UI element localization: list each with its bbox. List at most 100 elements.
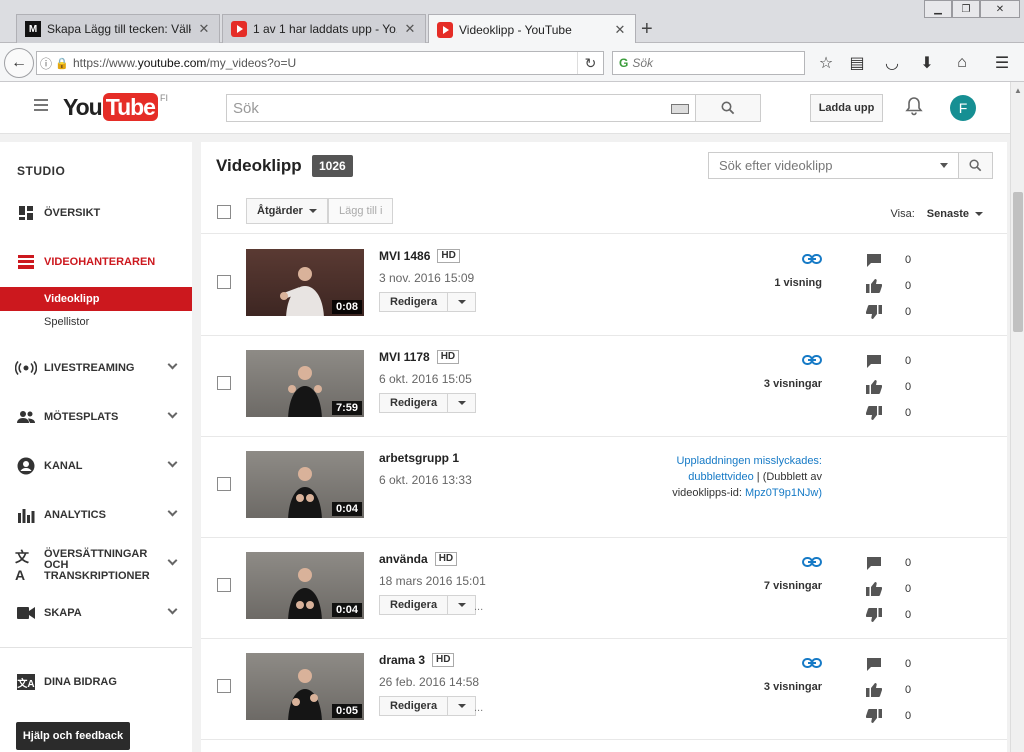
close-tab-icon[interactable]: ✕ xyxy=(403,21,417,37)
video-thumbnail[interactable]: 0:05 xyxy=(246,653,364,720)
reading-list-icon[interactable]: ▤ xyxy=(845,52,869,74)
video-title[interactable]: drama 3 HD xyxy=(379,653,455,667)
video-checkbox[interactable] xyxy=(217,275,231,289)
sidebar-item-oversattningar[interactable]: 文A ÖVERSÄTTNINGAR OCH TRANSKRIPTIONER xyxy=(0,548,192,583)
sidebar-item-motesplats[interactable]: MÖTESPLATS xyxy=(0,405,192,429)
video-title[interactable]: använda HD xyxy=(379,552,458,566)
scroll-up-icon[interactable]: ▲ xyxy=(1014,86,1022,95)
actions-button[interactable]: Åtgärder xyxy=(246,198,328,224)
maximize-icon[interactable]: ❐ xyxy=(952,0,980,18)
chevron-down-icon[interactable] xyxy=(167,359,178,370)
chevron-down-icon[interactable] xyxy=(167,604,178,615)
duplicate-id-link[interactable]: Mpz0T9p1NJw) xyxy=(745,487,822,499)
more-dots[interactable]: ... xyxy=(474,601,483,613)
video-thumbnail[interactable]: 0:04 xyxy=(246,451,364,518)
link-icon[interactable] xyxy=(802,556,822,568)
video-search-input[interactable]: Sök efter videoklipp xyxy=(708,152,993,179)
sidebar-subitem-videoklipp[interactable]: Videoklipp xyxy=(0,287,192,311)
youtube-search-input[interactable]: Sök xyxy=(226,94,696,122)
sidebar-item-videohanteraren[interactable]: VIDEOHANTERAREN xyxy=(0,250,192,274)
new-tab-icon[interactable]: + xyxy=(641,18,653,41)
video-checkbox[interactable] xyxy=(217,376,231,390)
duplicate-video-link[interactable]: dubblettvideo xyxy=(688,471,753,483)
video-row[interactable]: 0:08 MVI 1486 HD 3 nov. 2016 15:09 Redige… xyxy=(201,235,1007,336)
url-text[interactable]: https://www.youtube.com/my_videos?o=U xyxy=(73,56,577,70)
video-thumbnail[interactable]: 0:04 xyxy=(246,552,364,619)
video-title[interactable]: MVI 1178 HD xyxy=(379,350,460,364)
edit-button-group[interactable]: Redigera xyxy=(379,696,477,716)
video-row[interactable]: 7:59 MVI 1178 HD 6 okt. 2016 15:05 Redige… xyxy=(201,336,1007,437)
browser-tab-3[interactable]: Videoklipp - YouTube ✕ xyxy=(428,14,636,44)
chevron-down-icon[interactable] xyxy=(167,457,178,468)
avatar[interactable]: F xyxy=(950,95,976,121)
video-row[interactable]: 0:05 drama 3 HD 26 feb. 2016 14:58 Redige… xyxy=(201,639,1007,740)
video-title[interactable]: MVI 1486 HD xyxy=(379,249,460,263)
video-title[interactable]: arbetsgrupp 1 xyxy=(379,451,459,465)
edit-dropdown-icon[interactable] xyxy=(448,696,477,716)
menu-icon[interactable]: ☰ xyxy=(990,52,1014,74)
edit-button-group[interactable]: Redigera xyxy=(379,595,477,615)
chevron-down-icon[interactable] xyxy=(167,506,178,517)
edit-button[interactable]: Redigera xyxy=(379,393,449,413)
sidebar-item-kanal[interactable]: KANAL xyxy=(0,454,192,478)
youtube-logo[interactable]: You Tube FI xyxy=(63,93,168,121)
caret-down-icon[interactable] xyxy=(940,163,948,168)
edit-button-group[interactable]: Redigera xyxy=(379,393,477,413)
close-tab-icon[interactable]: ✕ xyxy=(197,21,211,37)
more-dots[interactable]: ... xyxy=(474,702,483,714)
sidebar-subitem-spellistor[interactable]: Spellistor xyxy=(0,310,192,334)
video-checkbox[interactable] xyxy=(217,679,231,693)
page-scrollbar[interactable]: ▲ xyxy=(1010,82,1024,752)
video-thumbnail[interactable]: 7:59 xyxy=(246,350,364,417)
sidebar-item-dina-bidrag[interactable]: 文A DINA BIDRAG xyxy=(0,670,192,694)
edit-dropdown-icon[interactable] xyxy=(448,393,477,413)
sidebar-item-skapa[interactable]: SKAPA xyxy=(0,601,192,625)
sort-selected[interactable]: Senaste xyxy=(927,208,969,220)
sidebar-item-oversikt[interactable]: ÖVERSIKT xyxy=(0,201,192,225)
chevron-down-icon[interactable] xyxy=(167,408,178,419)
browser-tab-1[interactable]: M Skapa Lägg till tecken: Välk... ✕ xyxy=(16,14,220,43)
add-to-button[interactable]: Lägg till i xyxy=(328,198,394,224)
info-icon[interactable]: ⓘ xyxy=(37,55,55,72)
edit-button[interactable]: Redigera xyxy=(379,696,449,716)
view-sort[interactable]: Visa: Senaste xyxy=(891,208,983,220)
reload-icon[interactable]: ↻ xyxy=(577,52,603,74)
sidebar-item-analytics[interactable]: ANALYTICS xyxy=(0,503,192,527)
help-feedback-button[interactable]: Hjälp och feedback xyxy=(16,722,130,750)
select-all-checkbox[interactable] xyxy=(217,205,231,219)
search-button[interactable] xyxy=(695,94,761,122)
download-icon[interactable]: ⬇ xyxy=(915,52,939,74)
link-icon[interactable] xyxy=(802,657,822,669)
pocket-icon[interactable]: ◡ xyxy=(880,52,904,74)
sidebar-item-livestreaming[interactable]: LIVESTREAMING xyxy=(0,356,192,380)
edit-dropdown-icon[interactable] xyxy=(448,595,477,615)
video-row[interactable]: 0:04 arbetsgrupp 1 6 okt. 2016 13:33 Upp… xyxy=(201,437,1007,538)
keyboard-icon[interactable] xyxy=(671,104,689,114)
video-checkbox[interactable] xyxy=(217,477,231,491)
edit-dropdown-icon[interactable] xyxy=(448,292,477,312)
upload-button[interactable]: Ladda upp xyxy=(810,94,883,122)
browser-search-input[interactable]: G Sök xyxy=(612,51,805,75)
browser-tab-2[interactable]: 1 av 1 har laddats upp - Yo... ✕ xyxy=(222,14,426,43)
edit-button[interactable]: Redigera xyxy=(379,292,449,312)
window-close-icon[interactable]: ✕ xyxy=(980,0,1020,18)
video-thumbnail[interactable]: 0:08 xyxy=(246,249,364,316)
minimize-icon[interactable]: ▁ xyxy=(924,0,952,18)
video-checkbox[interactable] xyxy=(217,578,231,592)
link-icon[interactable] xyxy=(802,253,822,265)
hamburger-menu-icon[interactable] xyxy=(34,99,48,114)
edit-button[interactable]: Redigera xyxy=(379,595,449,615)
scrollbar-thumb[interactable] xyxy=(1013,192,1023,332)
edit-button-group[interactable]: Redigera xyxy=(379,292,477,312)
home-icon[interactable]: ⌂ xyxy=(950,52,974,74)
bookmark-star-icon[interactable]: ☆ xyxy=(814,52,838,74)
back-arrow-icon[interactable]: ← xyxy=(4,48,34,78)
video-search-button[interactable] xyxy=(958,153,992,178)
url-bar[interactable]: ⓘ 🔒 https://www.youtube.com/my_videos?o=… xyxy=(36,51,604,75)
notifications-bell-icon[interactable] xyxy=(904,96,924,116)
chevron-down-icon[interactable] xyxy=(167,555,178,566)
close-tab-icon[interactable]: ✕ xyxy=(613,22,627,38)
video-duration: 0:04 xyxy=(331,502,362,516)
video-row[interactable]: 0:04 använda HD 18 mars 2016 15:01 Redige… xyxy=(201,538,1007,639)
link-icon[interactable] xyxy=(802,354,822,366)
